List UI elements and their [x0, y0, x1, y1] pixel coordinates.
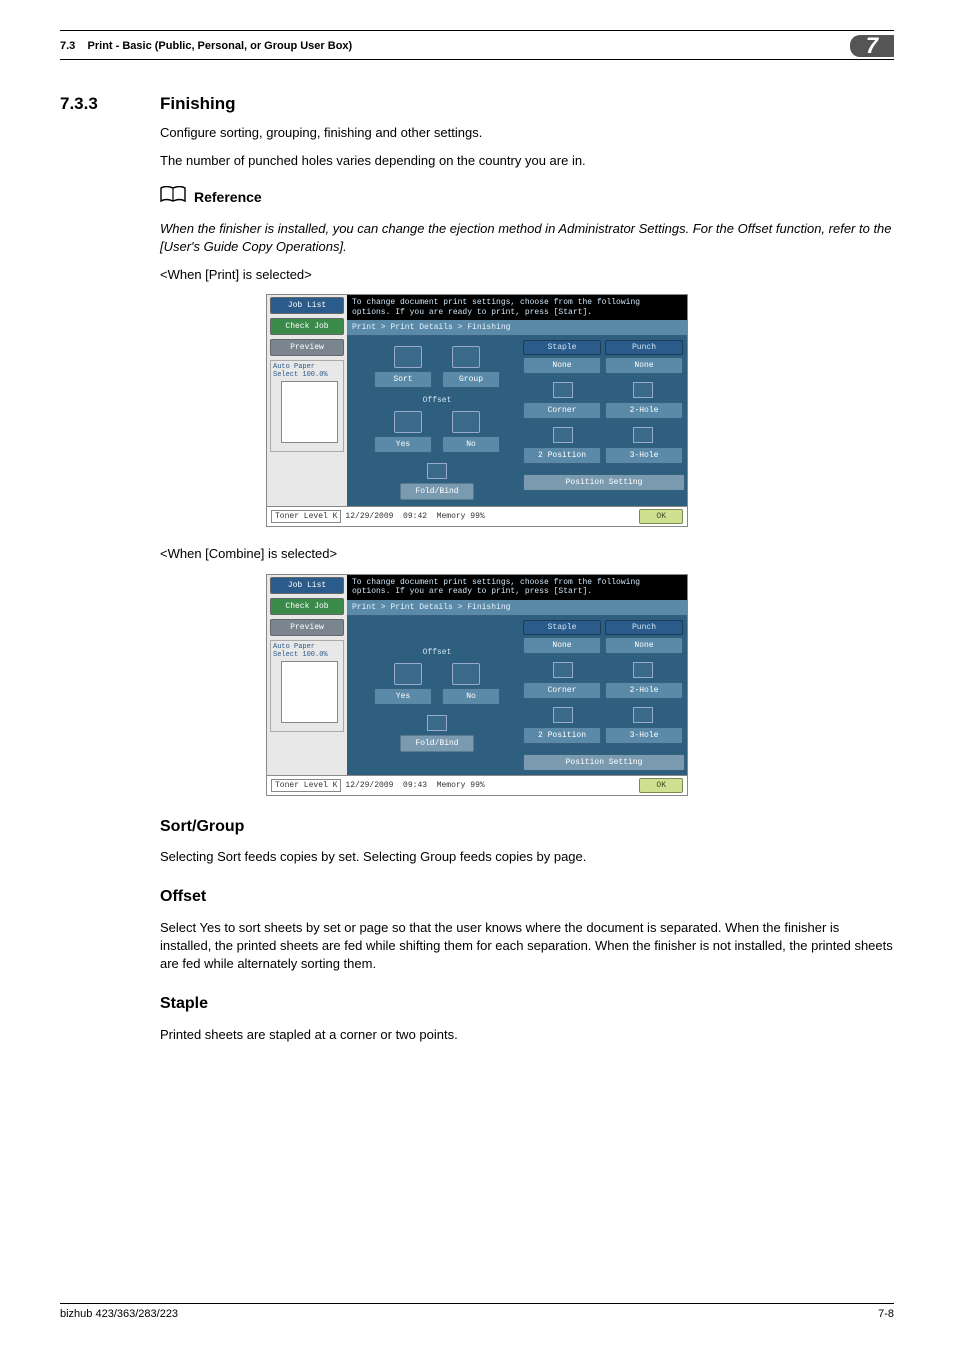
punch-none-button[interactable]: None	[605, 357, 683, 374]
corner-icon	[553, 382, 573, 398]
sort-button[interactable]: Sort	[374, 371, 432, 388]
offset-no-icon	[452, 663, 480, 685]
staple-header: Staple	[523, 340, 601, 355]
three-hole-icon	[633, 427, 653, 443]
fold-bind-icon	[427, 463, 447, 479]
caption-print: <When [Print] is selected>	[160, 266, 894, 284]
offset-text: Select Yes to sort sheets by set or page…	[160, 919, 894, 974]
finishing-panel-combine: Job List Check Job Preview Auto Paper Se…	[266, 574, 688, 796]
staple-none-button[interactable]: None	[523, 637, 601, 654]
reference-text: When the finisher is installed, you can …	[160, 220, 894, 256]
two-hole-button[interactable]: 2-Hole	[605, 402, 683, 419]
two-position-icon	[553, 707, 573, 723]
group-icon	[452, 346, 480, 368]
status-date: 12/29/2009	[345, 781, 393, 790]
two-position-button[interactable]: 2 Position	[523, 727, 601, 744]
offset-label: Offset	[423, 396, 452, 405]
offset-yes-icon	[394, 663, 422, 685]
preview-page-icon	[281, 661, 338, 723]
position-setting-button[interactable]: Position Setting	[523, 754, 685, 771]
corner-button[interactable]: Corner	[523, 682, 601, 699]
offset-no-button[interactable]: No	[442, 688, 500, 705]
chapter-number: 7	[850, 35, 894, 57]
group-button[interactable]: Group	[442, 371, 500, 388]
preview-button[interactable]: Preview	[270, 339, 344, 356]
punch-header: Punch	[605, 620, 683, 635]
sort-group-text: Selecting Sort feeds copies by set. Sele…	[160, 848, 894, 866]
finishing-panel-print: Job List Check Job Preview Auto Paper Se…	[266, 294, 688, 527]
sort-icon	[394, 346, 422, 368]
corner-icon	[553, 662, 573, 678]
instruction-text: To change document print settings, choos…	[347, 575, 687, 600]
memory-value: 99%	[470, 781, 484, 790]
punch-header: Punch	[605, 340, 683, 355]
staple-text: Printed sheets are stapled at a corner o…	[160, 1026, 894, 1044]
memory-value: 99%	[470, 512, 484, 521]
auto-paper-label: Auto Paper Select 100.0%	[273, 363, 343, 379]
toner-level: Toner Level K	[271, 510, 341, 523]
section-heading: Finishing	[160, 94, 236, 114]
auto-paper-label: Auto Paper Select 100.0%	[273, 643, 343, 659]
preview-area: Auto Paper Select 100.0%	[270, 360, 344, 452]
intro-paragraph-2: The number of punched holes varies depen…	[160, 152, 894, 170]
ok-button[interactable]: OK	[639, 778, 683, 793]
status-time: 09:42	[403, 512, 427, 521]
breadcrumb: Print > Print Details > Finishing	[347, 600, 687, 616]
header-right: 7	[850, 37, 894, 55]
section-ref: 7.3	[60, 40, 75, 52]
preview-page-icon	[281, 381, 338, 443]
offset-no-icon	[452, 411, 480, 433]
status-time: 09:43	[403, 781, 427, 790]
footer-left: bizhub 423/363/283/223	[60, 1308, 178, 1320]
two-hole-icon	[633, 382, 653, 398]
job-list-button[interactable]: Job List	[270, 297, 344, 314]
position-setting-button[interactable]: Position Setting	[523, 474, 685, 491]
page-footer: bizhub 423/363/283/223 7-8	[60, 1303, 894, 1320]
offset-yes-button[interactable]: Yes	[374, 688, 432, 705]
fold-bind-button[interactable]: Fold/Bind	[400, 483, 473, 500]
corner-button[interactable]: Corner	[523, 402, 601, 419]
memory-label: Memory	[437, 781, 466, 790]
section-title-ref: Print - Basic (Public, Personal, or Grou…	[88, 40, 353, 52]
offset-yes-icon	[394, 411, 422, 433]
check-job-button[interactable]: Check Job	[270, 318, 344, 335]
footer-right: 7-8	[878, 1308, 894, 1320]
check-job-button[interactable]: Check Job	[270, 598, 344, 615]
staple-none-button[interactable]: None	[523, 357, 601, 374]
toner-level: Toner Level K	[271, 779, 341, 792]
instruction-text: To change document print settings, choos…	[347, 295, 687, 320]
three-hole-icon	[633, 707, 653, 723]
two-hole-icon	[633, 662, 653, 678]
offset-heading: Offset	[160, 886, 894, 908]
staple-header: Staple	[523, 620, 601, 635]
two-hole-button[interactable]: 2-Hole	[605, 682, 683, 699]
reference-label: Reference	[194, 188, 262, 208]
fold-bind-icon	[427, 715, 447, 731]
fold-bind-button[interactable]: Fold/Bind	[400, 735, 473, 752]
book-icon	[160, 186, 186, 209]
offset-label: Offset	[423, 648, 452, 657]
three-hole-button[interactable]: 3-Hole	[605, 447, 683, 464]
header-left: 7.3 Print - Basic (Public, Personal, or …	[60, 40, 352, 52]
offset-no-button[interactable]: No	[442, 436, 500, 453]
offset-yes-button[interactable]: Yes	[374, 436, 432, 453]
preview-area: Auto Paper Select 100.0%	[270, 640, 344, 732]
staple-heading: Staple	[160, 993, 894, 1015]
intro-paragraph-1: Configure sorting, grouping, finishing a…	[160, 124, 894, 142]
section-number: 7.3.3	[60, 94, 160, 114]
status-date: 12/29/2009	[345, 512, 393, 521]
memory-label: Memory	[437, 512, 466, 521]
page-header: 7.3 Print - Basic (Public, Personal, or …	[60, 30, 894, 60]
punch-none-button[interactable]: None	[605, 637, 683, 654]
caption-combine: <When [Combine] is selected>	[160, 545, 894, 563]
breadcrumb: Print > Print Details > Finishing	[347, 320, 687, 336]
two-position-icon	[553, 427, 573, 443]
sort-group-heading: Sort/Group	[160, 816, 894, 838]
preview-button[interactable]: Preview	[270, 619, 344, 636]
three-hole-button[interactable]: 3-Hole	[605, 727, 683, 744]
ok-button[interactable]: OK	[639, 509, 683, 524]
two-position-button[interactable]: 2 Position	[523, 447, 601, 464]
job-list-button[interactable]: Job List	[270, 577, 344, 594]
